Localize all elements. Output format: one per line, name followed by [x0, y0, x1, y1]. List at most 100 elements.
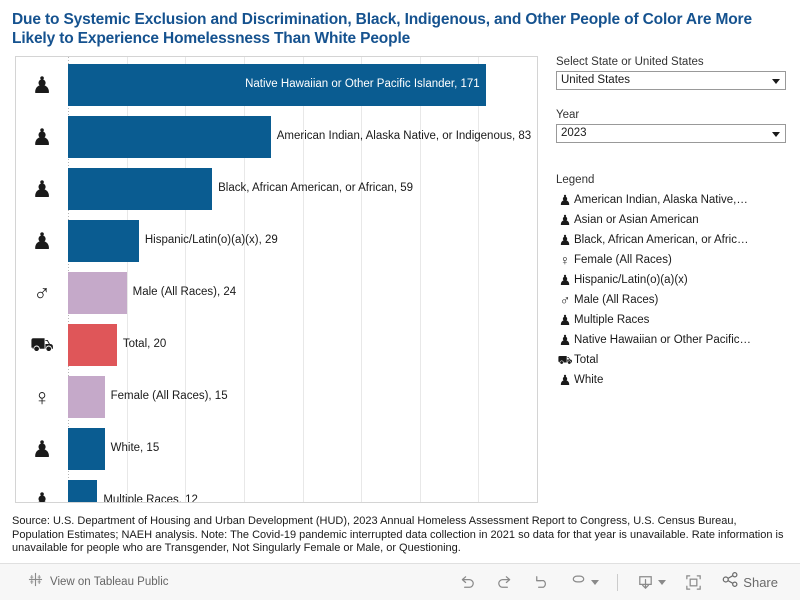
bar-row[interactable]: ♟ White, 15 [16, 423, 537, 475]
chevron-down-icon[interactable] [591, 579, 600, 585]
bar[interactable] [68, 480, 98, 502]
year-filter-value: 2023 [561, 127, 587, 139]
bar-wrapper: Native Hawaiian or Other Pacific Islande… [68, 59, 537, 111]
legend-item[interactable]: ♟ Hispanic/Latin(o)(a)(x) [556, 270, 800, 290]
share-icon [721, 570, 740, 594]
bar-value-label: American Indian, Alaska Native, or Indig… [276, 130, 532, 143]
bar-wrapper: Multiple Races, 12 [68, 475, 537, 503]
legend-item[interactable]: ♟ Multiple Races [556, 310, 800, 330]
bar-row[interactable]: ♟ Hispanic/Latin(o)(a)(x), 29 [16, 215, 537, 267]
person-icon: ♟ [31, 487, 53, 503]
group-of-people-icon: ⛟ [557, 353, 573, 367]
bar-value-label: Hispanic/Latin(o)(a)(x), 29 [144, 234, 278, 247]
chevron-down-icon[interactable] [772, 78, 780, 84]
person-icon: ♟ [31, 175, 53, 202]
legend-item[interactable]: ♀ Female (All Races) [556, 250, 800, 270]
bar[interactable] [68, 324, 117, 366]
legend-items: ♟ American Indian, Alaska Native,… ♟ Asian … [556, 190, 800, 390]
bar-row[interactable]: ♂ Male (All Races), 24 [16, 267, 537, 319]
state-filter-label: Select State or United States [556, 56, 704, 68]
bar[interactable] [68, 428, 105, 470]
bar-row[interactable]: ♟ Native Hawaiian or Other Pacific Island… [16, 59, 537, 111]
bar-row[interactable]: ♟ Black, African American, or African, 59 [16, 163, 537, 215]
source-note: Source: U.S. Department of Housing and U… [12, 515, 784, 554]
bar-value-label: White, 15 [110, 442, 160, 455]
legend: Legend ♟ American Indian, Alaska Native,…… [556, 174, 800, 390]
fullscreen-icon[interactable] [684, 573, 703, 592]
share-button[interactable]: Share [721, 570, 778, 594]
legend-item[interactable]: ⛟ Total [556, 350, 800, 370]
bar-wrapper: Total, 20 [68, 319, 537, 371]
bar-value-label: Multiple Races, 12 [103, 494, 198, 503]
refresh-button[interactable] [569, 570, 600, 594]
legend-title: Legend [556, 174, 595, 186]
person-icon: ♟ [31, 71, 53, 98]
legend-item[interactable]: ♟ Native Hawaiian or Other Pacific… [556, 330, 800, 350]
share-label: Share [743, 574, 778, 590]
person-icon: ♟ [558, 332, 572, 348]
bar-row[interactable]: ⛟ Total, 20 [16, 319, 537, 371]
person-icon: ♟ [31, 227, 53, 254]
bar-value-label: Male (All Races), 24 [132, 286, 237, 299]
chevron-down-icon[interactable] [658, 579, 667, 585]
legend-item-label: White [574, 374, 604, 386]
legend-item[interactable]: ♟ Black, African American, or Afric… [556, 230, 800, 250]
legend-item[interactable]: ♂ Male (All Races) [556, 290, 800, 310]
bar-value-label: Native Hawaiian or Other Pacific Islande… [245, 78, 480, 91]
legend-item-label: Multiple Races [574, 314, 650, 326]
toolbar-divider [617, 573, 619, 591]
legend-item-label: Female (All Races) [574, 254, 672, 266]
bar-row[interactable]: ♟ Multiple Races, 12 [16, 475, 537, 503]
bar[interactable] [68, 116, 271, 158]
female-symbol-icon: ♀ [559, 252, 571, 268]
legend-item-label: Asian or Asian American [574, 214, 699, 226]
bar[interactable] [68, 272, 127, 314]
bar-wrapper: Male (All Races), 24 [68, 267, 537, 319]
bar-rows: ♟ Native Hawaiian or Other Pacific Island… [16, 57, 537, 502]
legend-item[interactable]: ♟ White [556, 370, 800, 390]
legend-item-label: Native Hawaiian or Other Pacific… [574, 334, 752, 346]
bar[interactable] [68, 168, 213, 210]
person-icon: ♟ [558, 232, 572, 248]
gridline [537, 57, 538, 502]
tableau-brand-link[interactable]: View on Tableau Public [0, 572, 169, 592]
page-title: Due to Systemic Exclusion and Discrimina… [12, 11, 752, 47]
revert-icon[interactable] [532, 573, 551, 592]
tableau-brand-label: View on Tableau Public [50, 576, 169, 588]
bar-wrapper: Hispanic/Latin(o)(a)(x), 29 [68, 215, 537, 267]
bar[interactable] [68, 376, 105, 418]
refresh-icon [569, 570, 588, 594]
controls-panel: Select State or United States United Sta… [556, 56, 800, 390]
bar-wrapper: Female (All Races), 15 [68, 371, 537, 423]
redo-icon[interactable] [495, 573, 514, 592]
person-icon: ♟ [558, 212, 572, 228]
year-filter-select[interactable]: 2023 [556, 124, 786, 143]
chevron-down-icon[interactable] [772, 131, 780, 137]
undo-icon[interactable] [458, 573, 477, 592]
person-icon: ♟ [558, 312, 572, 328]
bar-chart-panel[interactable]: ♟ Native Hawaiian or Other Pacific Island… [15, 56, 538, 503]
person-icon: ♟ [558, 372, 572, 388]
state-filter-value: United States [561, 74, 631, 86]
legend-item[interactable]: ♟ Asian or Asian American [556, 210, 800, 230]
bar-wrapper: Black, African American, or African, 59 [68, 163, 537, 215]
bar-wrapper: American Indian, Alaska Native, or Indig… [68, 111, 537, 163]
state-filter-select[interactable]: United States [556, 71, 786, 90]
legend-item-label: Black, African American, or Afric… [574, 234, 749, 246]
group-of-people-icon: ⛟ [30, 334, 54, 356]
person-icon: ♟ [31, 435, 53, 462]
person-icon: ♟ [558, 192, 572, 208]
bar-row[interactable]: ♀ Female (All Races), 15 [16, 371, 537, 423]
download-button[interactable] [636, 573, 667, 592]
bar-row[interactable]: ♟ American Indian, Alaska Native, or Indi… [16, 111, 537, 163]
legend-item-label: Hispanic/Latin(o)(a)(x) [574, 274, 688, 286]
legend-item[interactable]: ♟ American Indian, Alaska Native,… [556, 190, 800, 210]
legend-item-label: Total [574, 354, 599, 366]
year-filter-label: Year [556, 109, 580, 121]
bar[interactable] [68, 220, 139, 262]
legend-item-label: American Indian, Alaska Native,… [574, 194, 748, 206]
female-symbol-icon: ♀ [33, 383, 51, 410]
viz-body: ♟ Native Hawaiian or Other Pacific Island… [0, 52, 800, 504]
tableau-toolbar: View on Tableau Public Share [0, 563, 800, 600]
male-symbol-icon: ♂ [559, 292, 571, 308]
